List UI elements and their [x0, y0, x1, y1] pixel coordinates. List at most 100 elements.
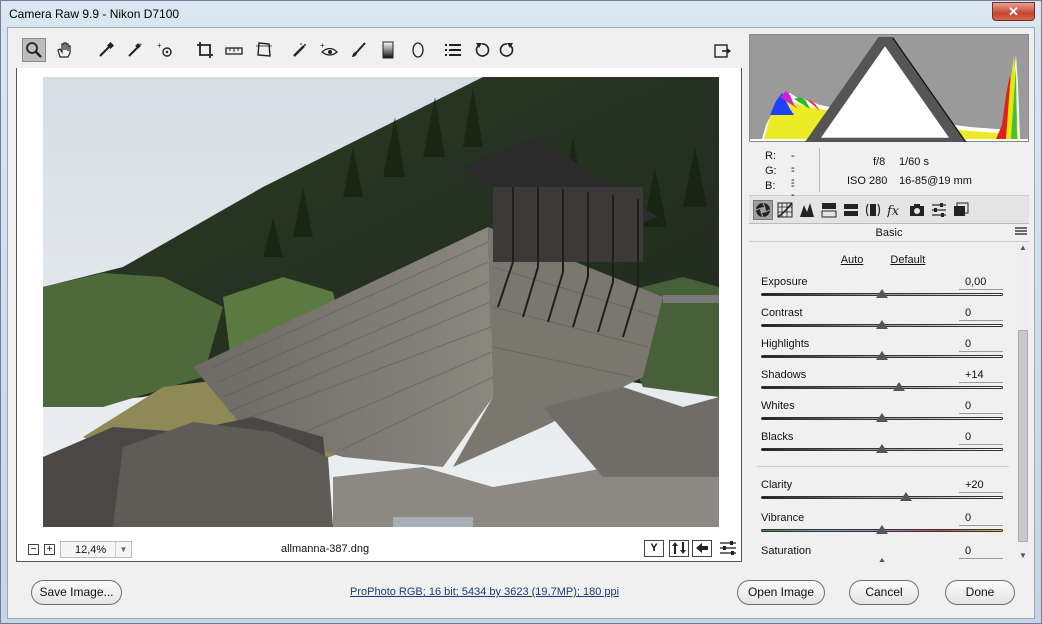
copy-settings-icon [696, 543, 708, 553]
slider-value[interactable]: 0,00 [959, 276, 1003, 290]
workflow-options-link[interactable]: ProPhoto RGB; 16 bit; 5434 by 3623 (19,7… [350, 586, 619, 598]
slider-thumb[interactable] [876, 289, 888, 298]
slider-value[interactable]: 0 [959, 400, 1003, 414]
slider-value[interactable]: +20 [959, 479, 1003, 493]
basic-icon [755, 202, 771, 218]
white-balance-tool[interactable] [94, 38, 118, 62]
whites-slider[interactable]: Whites 0 [761, 400, 1005, 428]
zoom-tool[interactable] [22, 38, 46, 62]
slider-value[interactable]: 0 [959, 307, 1003, 321]
tab-camera-calibration[interactable] [907, 200, 927, 220]
rotate-right-button[interactable] [495, 38, 519, 62]
tab-hsl[interactable] [819, 200, 839, 220]
open-image-button[interactable]: Open Image [737, 580, 825, 605]
color-sampler-tool[interactable]: + [123, 38, 147, 62]
color-sampler-icon: + [128, 42, 142, 57]
slider-value[interactable]: 0 [959, 338, 1003, 352]
slider-track[interactable] [761, 496, 1003, 499]
highlight-clipping-icon[interactable] [746, 37, 1024, 143]
preview-area [16, 34, 742, 562]
radial-filter-tool[interactable] [406, 38, 430, 62]
slider-thumb[interactable] [876, 351, 888, 360]
tab-basic[interactable] [753, 200, 773, 220]
slider-thumb[interactable] [900, 492, 913, 501]
slider-value[interactable]: 0 [959, 512, 1003, 526]
tab-tone-curve[interactable] [775, 200, 795, 220]
panel-tabs: fx [749, 196, 1029, 224]
svg-text:+: + [320, 41, 325, 50]
targeted-adjustment-tool[interactable]: + [153, 38, 177, 62]
tab-snapshots[interactable] [951, 200, 971, 220]
adjustment-brush-tool[interactable] [347, 38, 371, 62]
tab-effects[interactable]: fx [885, 200, 905, 220]
slider-value[interactable]: 0 [959, 545, 1003, 559]
toggle-settings-button[interactable] [718, 540, 738, 557]
panel-scrollbar[interactable]: ▲ ▼ [1017, 242, 1029, 562]
settings-icon [720, 541, 736, 555]
swap-icon [672, 542, 686, 554]
done-button[interactable]: Done [945, 580, 1015, 605]
rotate-left-button[interactable] [470, 38, 494, 62]
tab-presets[interactable] [929, 200, 949, 220]
shadows-slider[interactable]: Shadows +14 [761, 369, 1005, 397]
slider-label: Exposure [761, 276, 808, 288]
before-after-button[interactable]: Y [644, 540, 664, 557]
spot-removal-tool[interactable] [288, 38, 312, 62]
exposure-slider[interactable]: Exposure 0,00 [761, 276, 1005, 304]
split-toning-icon [844, 204, 858, 216]
g-label: G: [765, 165, 777, 177]
slider-value[interactable]: 0 [959, 431, 1003, 445]
tab-split-toning[interactable] [841, 200, 861, 220]
slider-label: Contrast [761, 307, 803, 319]
straighten-tool[interactable] [222, 38, 246, 62]
close-button[interactable]: ✕ [992, 2, 1035, 21]
graduated-filter-tool[interactable] [376, 38, 400, 62]
copy-settings-button[interactable] [692, 540, 712, 557]
transform-tool[interactable] [252, 38, 276, 62]
clarity-slider[interactable]: Clarity +20 [761, 479, 1005, 507]
slider-thumb[interactable] [876, 525, 888, 534]
panel-menu-icon[interactable] [1015, 227, 1027, 237]
auto-default-links: Auto Default [749, 254, 1017, 266]
brush-icon [352, 42, 366, 57]
presets-icon [932, 203, 946, 217]
preferences-button[interactable] [441, 38, 465, 62]
saturation-slider[interactable]: Saturation 0 [761, 545, 1005, 562]
highlights-slider[interactable]: Highlights 0 [761, 338, 1005, 366]
slider-thumb[interactable] [892, 382, 905, 391]
slider-thumb[interactable] [876, 444, 888, 453]
auto-link[interactable]: Auto [841, 254, 864, 266]
vibrance-slider[interactable]: Vibrance 0 [761, 512, 1005, 540]
swap-settings-button[interactable] [669, 540, 689, 557]
default-link[interactable]: Default [890, 254, 925, 266]
slider-track[interactable] [761, 386, 1003, 389]
blacks-slider[interactable]: Blacks 0 [761, 431, 1005, 459]
divider [757, 466, 1009, 467]
slider-label: Shadows [761, 369, 807, 381]
scrollbar-thumb[interactable] [1018, 330, 1028, 542]
zoom-out-button[interactable]: − [28, 544, 39, 555]
slider-thumb[interactable] [876, 320, 888, 329]
hand-tool[interactable] [52, 38, 76, 62]
image-preview[interactable] [43, 77, 719, 527]
red-eye-tool[interactable]: + [317, 38, 341, 62]
crop-tool[interactable] [193, 38, 217, 62]
zoom-level-select[interactable]: 12,4% ▼ [60, 541, 132, 558]
tab-detail[interactable] [797, 200, 817, 220]
svg-text:+: + [138, 42, 142, 49]
save-image-button[interactable]: Save Image... [31, 580, 122, 605]
scroll-up-icon[interactable]: ▲ [1017, 242, 1029, 254]
rotate-cw-icon [499, 43, 514, 57]
tab-lens-corrections[interactable] [863, 200, 883, 220]
cancel-button[interactable]: Cancel [849, 580, 919, 605]
slider-value[interactable]: +14 [959, 369, 1003, 383]
scroll-down-icon[interactable]: ▼ [1017, 550, 1029, 562]
camera-calibration-icon [910, 204, 924, 216]
zoom-in-button[interactable]: + [44, 544, 55, 555]
rotate-ccw-icon [475, 43, 490, 57]
slider-thumb[interactable] [876, 558, 888, 562]
slider-label: Saturation [761, 545, 812, 557]
contrast-slider[interactable]: Contrast 0 [761, 307, 1005, 335]
slider-thumb[interactable] [876, 413, 888, 422]
toggle-fullscreen-button[interactable] [711, 38, 735, 62]
